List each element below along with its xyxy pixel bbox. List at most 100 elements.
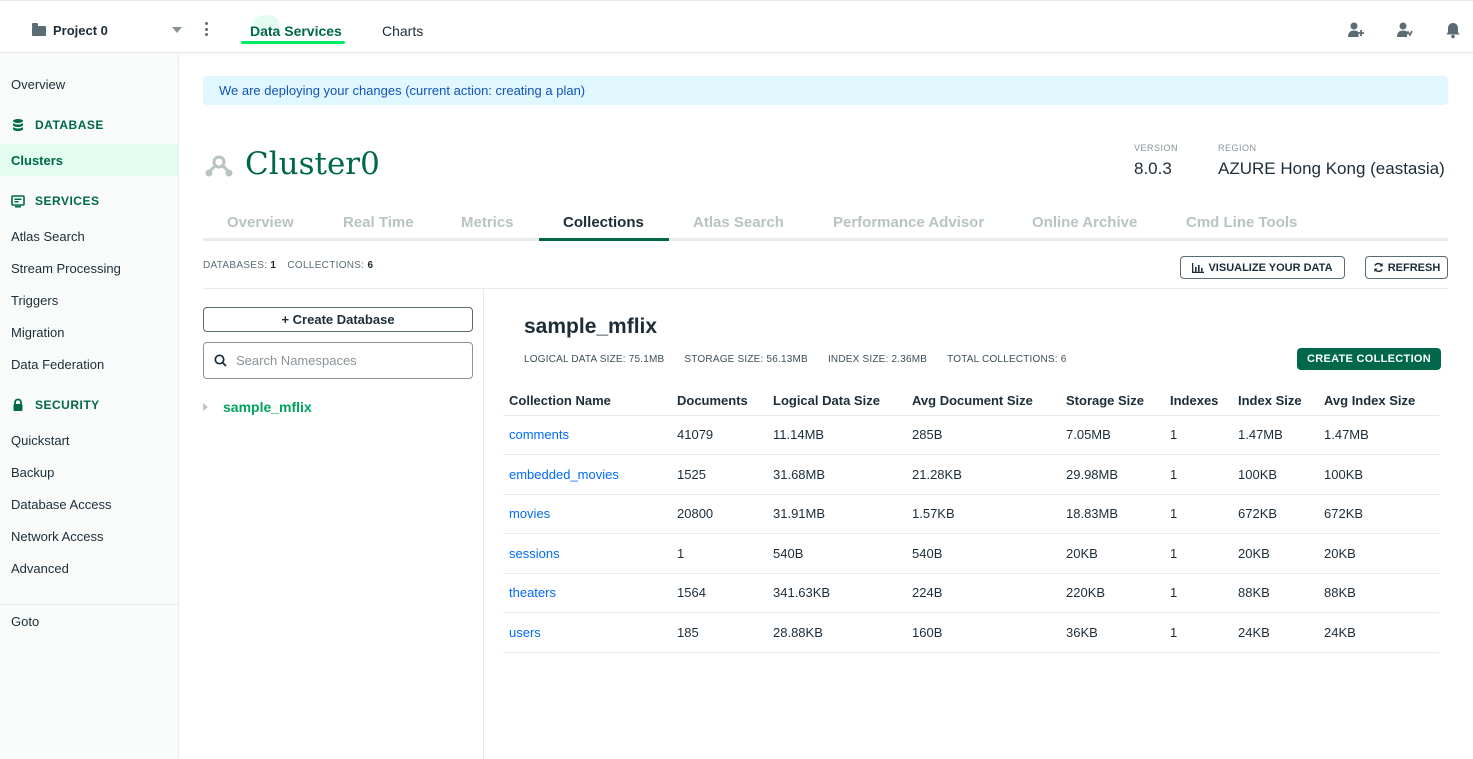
column-header[interactable]: Storage Size	[1060, 386, 1164, 416]
table-cell: 29.98MB	[1060, 454, 1164, 495]
chevron-right-icon[interactable]	[203, 403, 208, 411]
table-cell: 1.47MB	[1232, 415, 1318, 455]
table-row: users 185 28.88KB 160B 36KB 1 24KB 24KB	[503, 612, 1439, 653]
collection-link[interactable]: theaters	[509, 585, 556, 600]
cluster-icon	[205, 155, 233, 177]
sidebar-item-advanced[interactable]: Advanced	[11, 561, 69, 576]
sidebar-item-migration[interactable]: Migration	[11, 325, 64, 340]
database-name: sample_mflix	[223, 399, 312, 415]
collection-link[interactable]: movies	[509, 506, 550, 521]
tab-cmd-line-tools[interactable]: Cmd Line Tools	[1186, 214, 1297, 231]
column-header[interactable]: Documents	[671, 386, 767, 416]
sidebar-item-data-federation[interactable]: Data Federation	[11, 357, 104, 372]
sidebar-section-label: SERVICES	[35, 194, 100, 208]
search-namespaces-input[interactable]	[236, 353, 456, 368]
more-options-icon[interactable]	[205, 22, 209, 39]
selected-database-title: sample_mflix	[524, 315, 658, 338]
visualize-data-button[interactable]: VISUALIZE YOUR DATA	[1180, 256, 1345, 279]
search-icon	[214, 354, 227, 367]
project-name: Project 0	[53, 23, 108, 38]
deploy-status-banner: We are deploying your changes (current a…	[203, 76, 1448, 105]
column-header[interactable]: Indexes	[1164, 386, 1232, 416]
table-row: sessions 1 540B 540B 20KB 1 20KB 20KB	[503, 533, 1439, 574]
table-row: embedded_movies 1525 31.68MB 21.28KB 29.…	[503, 454, 1439, 495]
table-cell: 18.83MB	[1060, 494, 1164, 534]
table-cell: 285B	[906, 415, 1060, 455]
sidebar-section-label: DATABASE	[35, 118, 104, 132]
index-size: INDEX SIZE: 2.36MB	[827, 354, 928, 365]
sidebar-section-security: SECURITY	[11, 398, 100, 412]
tab-overview[interactable]: Overview	[227, 214, 294, 231]
table-cell: 540B	[767, 533, 906, 574]
chevron-down-icon[interactable]	[172, 27, 182, 33]
databases-count: 1	[270, 260, 277, 271]
table-cell: 100KB	[1232, 454, 1318, 495]
table-cell: 7.05MB	[1060, 415, 1164, 455]
refresh-icon	[1373, 262, 1383, 273]
invite-user-icon[interactable]	[1347, 21, 1365, 39]
visualize-data-label: VISUALIZE YOUR DATA	[1208, 261, 1333, 274]
project-selector[interactable]: Project 0	[32, 22, 108, 38]
tab-online-archive[interactable]: Online Archive	[1032, 214, 1137, 231]
tab-atlas-search[interactable]: Atlas Search	[693, 214, 784, 231]
table-cell: 1.47MB	[1318, 415, 1439, 455]
search-namespaces-field[interactable]	[203, 342, 473, 379]
sidebar-item-clusters[interactable]: Clusters	[11, 153, 63, 168]
sidebar-item-atlas-search[interactable]: Atlas Search	[11, 229, 85, 244]
active-tab-indicator	[241, 41, 345, 44]
bar-chart-icon	[1192, 262, 1205, 273]
refresh-label: REFRESH	[1387, 261, 1441, 274]
table-cell: 36KB	[1060, 612, 1164, 653]
create-collection-button[interactable]: CREATE COLLECTION	[1297, 348, 1441, 370]
tab-collections[interactable]: Collections	[563, 214, 644, 231]
sidebar-section-services: SERVICES	[11, 194, 99, 208]
storage-size: STORAGE SIZE: 56.13MB	[684, 354, 808, 365]
tab-metrics[interactable]: Metrics	[461, 214, 514, 231]
sidebar-item-overview[interactable]: Overview	[11, 77, 65, 92]
sidebar-item-quickstart[interactable]: Quickstart	[11, 433, 70, 448]
sidebar-item-goto[interactable]: Goto	[11, 614, 39, 629]
tab-real-time[interactable]: Real Time	[343, 214, 414, 231]
top-bar: Project 0 Data Services Charts	[0, 0, 1473, 53]
sidebar-item-stream-processing[interactable]: Stream Processing	[11, 261, 121, 276]
collections-count-label: COLLECTIONS:	[287, 260, 365, 271]
column-header[interactable]: Index Size	[1232, 386, 1318, 416]
table-cell: 224B	[906, 573, 1060, 613]
database-tree-item[interactable]: sample_mflix	[203, 399, 312, 415]
column-header[interactable]: Avg Document Size	[906, 386, 1060, 416]
sidebar-section-database: DATABASE	[11, 118, 104, 132]
cluster-title: Cluster0	[245, 146, 380, 182]
namespace-counts: DATABASES: 1 COLLECTIONS: 6	[203, 260, 381, 271]
active-tab-indicator	[539, 238, 669, 241]
collections-table: Collection Name Documents Logical Data S…	[503, 386, 1439, 653]
collection-link[interactable]: sessions	[509, 546, 560, 561]
collection-link[interactable]: comments	[509, 427, 569, 442]
table-cell: 1	[1164, 573, 1232, 613]
table-cell: 672KB	[1318, 494, 1439, 534]
table-cell: 1	[1164, 612, 1232, 653]
column-header[interactable]: Collection Name	[503, 386, 671, 416]
notification-bell-icon[interactable]	[1444, 21, 1462, 39]
table-cell: 28.88KB	[767, 612, 906, 653]
create-database-button[interactable]: + Create Database	[203, 307, 473, 332]
table-cell: 20KB	[1318, 533, 1439, 574]
total-collections: TOTAL COLLECTIONS: 6	[947, 354, 1067, 365]
column-header[interactable]: Logical Data Size	[767, 386, 906, 416]
tab-data-services[interactable]: Data Services	[250, 23, 342, 39]
database-icon	[13, 119, 23, 131]
tab-performance-advisor[interactable]: Performance Advisor	[833, 214, 984, 231]
table-cell: 1	[1164, 533, 1232, 574]
table-cell: 11.14MB	[767, 415, 906, 455]
table-cell: 20KB	[1232, 533, 1318, 574]
sidebar-item-network-access[interactable]: Network Access	[11, 529, 103, 544]
refresh-button[interactable]: REFRESH	[1365, 256, 1448, 279]
column-header[interactable]: Avg Index Size	[1318, 386, 1439, 416]
table-cell: 20KB	[1060, 533, 1164, 574]
sidebar-item-database-access[interactable]: Database Access	[11, 497, 111, 512]
collection-link[interactable]: embedded_movies	[509, 467, 619, 482]
sidebar-item-triggers[interactable]: Triggers	[11, 293, 58, 308]
collection-link[interactable]: users	[509, 625, 541, 640]
activity-icon[interactable]	[1395, 21, 1413, 39]
tab-charts[interactable]: Charts	[382, 23, 423, 39]
sidebar-item-backup[interactable]: Backup	[11, 465, 54, 480]
